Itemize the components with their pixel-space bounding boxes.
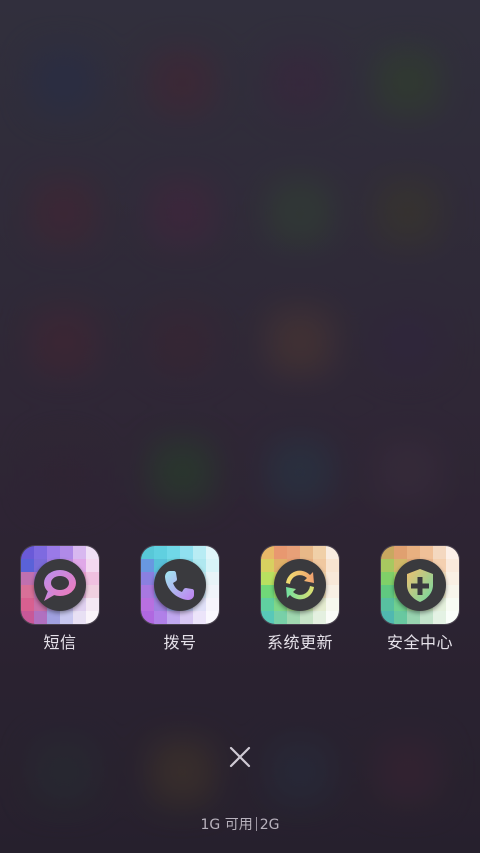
recent-apps-row: 短信 拨号 系统更新 安全中心 — [0, 546, 480, 656]
recent-app-dialer[interactable]: 拨号 — [130, 546, 230, 653]
recent-app-system-update[interactable]: 系统更新 — [250, 546, 350, 653]
message-bubble-icon — [44, 570, 76, 601]
app-tile[interactable] — [381, 546, 459, 624]
app-label: 短信 — [43, 633, 77, 652]
app-tile[interactable] — [21, 546, 99, 624]
dim-overlay — [0, 0, 480, 853]
app-label: 安全中心 — [386, 633, 453, 652]
memory-total: 2G — [259, 817, 280, 833]
app-label: 系统更新 — [266, 633, 333, 652]
app-tile[interactable] — [141, 546, 219, 624]
close-button[interactable] — [225, 742, 255, 772]
phone-icon — [165, 571, 194, 600]
memory-divider — [255, 817, 257, 831]
memory-available: 1G 可用 — [200, 817, 253, 833]
recent-app-security-center[interactable]: 安全中心 — [370, 546, 470, 653]
shield-plus-icon — [407, 569, 433, 602]
app-label: 拨号 — [163, 633, 197, 652]
memory-status: 1G 可用 2G — [0, 815, 480, 835]
refresh-arrows-icon — [286, 570, 314, 600]
recent-app-messages[interactable]: 短信 — [10, 546, 110, 653]
app-tile[interactable] — [261, 546, 339, 624]
close-icon — [229, 746, 251, 768]
